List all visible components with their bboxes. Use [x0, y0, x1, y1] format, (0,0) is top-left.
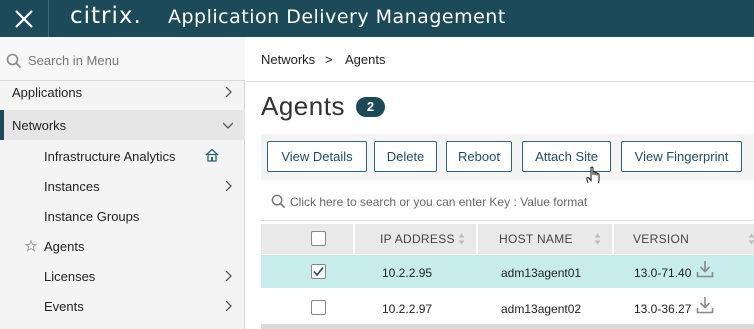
select-all-checkbox[interactable] — [311, 231, 326, 246]
column-header-ip-address[interactable]: IP ADDRESS — [380, 232, 455, 246]
chevron-down-icon — [223, 122, 233, 129]
cell-ip-address: 10.2.2.97 — [382, 302, 433, 316]
sidebar-item-label: Applications — [12, 85, 83, 100]
sidebar-item-licenses[interactable]: Licenses — [0, 261, 245, 291]
chevron-right-icon — [225, 301, 232, 311]
sidebar-item-agents[interactable]: Agents — [0, 231, 245, 261]
menu-search-input[interactable]: Search in Menu — [0, 37, 245, 81]
column-divider — [353, 224, 355, 254]
download-icon[interactable] — [696, 260, 714, 278]
view-details-button[interactable]: View Details — [267, 141, 367, 172]
sidebar-item-networks[interactable]: Networks — [0, 110, 245, 140]
sidebar-item-label: Agents — [44, 239, 85, 254]
close-icon[interactable] — [13, 6, 35, 30]
star-icon[interactable] — [25, 240, 37, 252]
checkbox-checked-icon — [313, 267, 324, 277]
toolbar: View Details Delete Reboot Attach Site V… — [261, 134, 754, 180]
sidebar-item-label: Networks — [12, 118, 67, 133]
app-title: Application Delivery Management — [168, 6, 506, 28]
breadcrumb-networks-link[interactable]: Networks — [261, 52, 315, 67]
search-icon — [271, 194, 286, 209]
cell-ip-address: 10.2.2.95 — [382, 266, 433, 280]
column-header-version[interactable]: VERSION — [633, 232, 689, 246]
breadcrumb: Networks > Agents — [246, 37, 754, 82]
chevron-right-icon — [225, 87, 232, 97]
sort-icon[interactable] — [594, 233, 601, 245]
table-row[interactable]: 10.2.2.95 adm13agent01 13.0-71.40 — [261, 255, 754, 288]
cell-host-name: adm13agent02 — [501, 302, 582, 316]
sidebar: Search in Menu Applications Networks Inf… — [0, 37, 245, 329]
search-icon — [6, 53, 22, 69]
chevron-right-icon — [225, 181, 232, 191]
sidebar-item-instance-groups[interactable]: Instance Groups — [0, 201, 245, 231]
sidebar-item-label: Infrastructure Analytics — [44, 149, 176, 164]
sidebar-item-events[interactable]: Events — [0, 291, 245, 321]
breadcrumb-current: Agents — [345, 52, 386, 67]
row-checkbox[interactable] — [311, 264, 326, 279]
app-header: citrix. Application Delivery Management — [0, 0, 754, 37]
chevron-right-icon — [225, 271, 232, 281]
sidebar-item-label: Licenses — [44, 269, 96, 284]
table-row[interactable]: 10.2.2.97 adm13agent02 13.0-36.27 — [261, 291, 754, 324]
sidebar-item-instances[interactable]: Instances — [0, 171, 245, 201]
view-fingerprint-button[interactable]: View Fingerprint — [621, 141, 742, 172]
menu-search-placeholder: Search in Menu — [28, 53, 120, 68]
sort-icon[interactable] — [748, 233, 754, 245]
sidebar-item-label: Instances — [44, 179, 100, 194]
page-title: Agents — [261, 91, 345, 121]
table-search-input[interactable]: Click here to search or you can enter Ke… — [261, 183, 754, 221]
table-footer-strip — [261, 324, 754, 329]
count-badge: 2 — [356, 97, 385, 117]
download-icon[interactable] — [696, 296, 714, 314]
home-icon[interactable] — [205, 148, 219, 162]
table-header: IP ADDRESS HOST NAME VERSION — [261, 224, 754, 254]
header-divider — [48, 0, 49, 37]
row-checkbox[interactable] — [311, 300, 326, 315]
cell-host-name: adm13agent01 — [501, 266, 582, 280]
table-search-placeholder: Click here to search or you can enter Ke… — [290, 195, 588, 209]
sidebar-item-label: Events — [44, 299, 84, 314]
citrix-logo: citrix. — [70, 3, 142, 29]
sidebar-item-applications[interactable]: Applications — [0, 77, 245, 107]
sidebar-item-label: Instance Groups — [44, 209, 140, 224]
delete-button[interactable]: Delete — [374, 141, 437, 172]
cell-version: 13.0-71.40 — [634, 266, 692, 280]
column-header-host-name[interactable]: HOST NAME — [499, 232, 573, 246]
sidebar-item-infrastructure-analytics[interactable]: Infrastructure Analytics — [0, 141, 245, 171]
reboot-button[interactable]: Reboot — [446, 141, 512, 172]
sort-icon[interactable] — [458, 233, 465, 245]
cell-version: 13.0-36.27 — [634, 302, 692, 316]
breadcrumb-separator: > — [325, 52, 333, 67]
column-divider — [476, 224, 478, 254]
column-divider — [612, 224, 614, 254]
